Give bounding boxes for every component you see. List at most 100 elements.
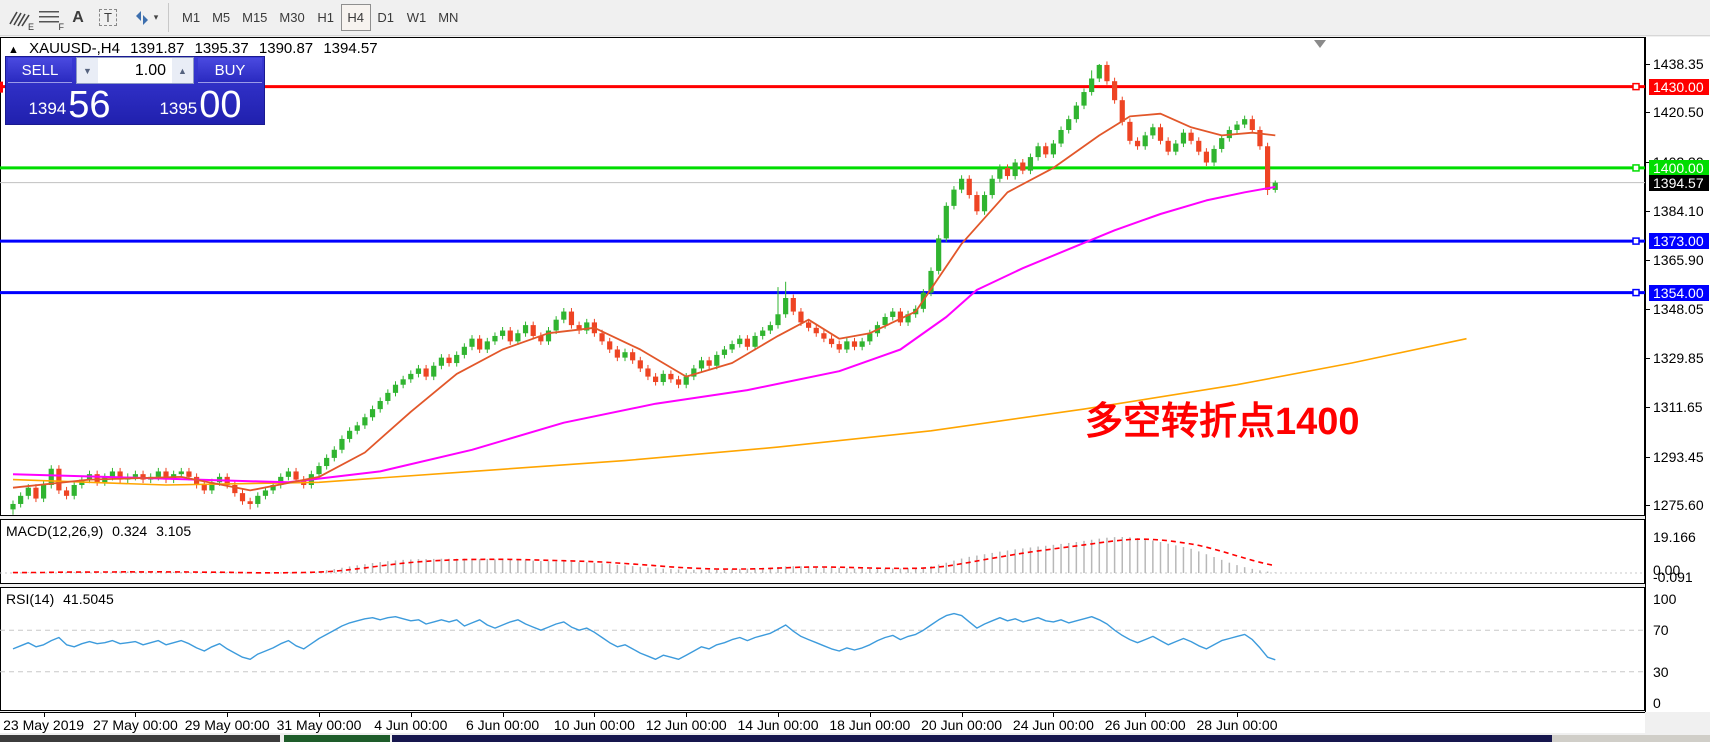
price-tick-label: 1420.50: [1653, 104, 1704, 120]
timeframe-m1[interactable]: M1: [176, 4, 206, 31]
price-line-badge: 1394.57: [1649, 175, 1709, 191]
window-edge-segment: [284, 735, 390, 742]
window-edge-segment: [1552, 735, 1710, 742]
price-tick-mark: [1646, 260, 1650, 261]
price-axis[interactable]: 1438.351420.501402.301384.101365.901348.…: [1645, 37, 1710, 712]
timeframe-d1[interactable]: D1: [371, 4, 401, 31]
price-tick-label: 1311.65: [1653, 399, 1703, 415]
price-tick-label: 1329.85: [1653, 350, 1704, 366]
chart-shift-marker-icon[interactable]: [1314, 40, 1326, 48]
time-tick-label: 27 May 00:00: [93, 717, 178, 733]
sell-button[interactable]: SELL: [8, 58, 72, 83]
time-tick-label: 18 Jun 00:00: [829, 717, 910, 733]
indicators-icon[interactable]: E: [6, 4, 32, 31]
price-tick-label: 1365.90: [1653, 252, 1704, 268]
trading-terminal: E F A T ▾ M1M5M15M30H1H4D1W1MN ▲ XAUUSD-…: [0, 0, 1710, 742]
timeframe-m30[interactable]: M30: [273, 4, 310, 31]
price-tick-label: 1293.45: [1653, 449, 1704, 465]
collapse-icon[interactable]: ▲: [8, 44, 19, 56]
text-label-glyph: A: [72, 9, 84, 27]
ohlc-low: 1390.87: [259, 40, 313, 57]
price-tick-mark: [1646, 309, 1650, 310]
rsi-label: RSI(14) 41.5045: [6, 591, 119, 607]
macd-value-main: 0.324: [112, 523, 147, 539]
timeframe-m15[interactable]: M15: [236, 4, 273, 31]
time-tick-label: 12 Jun 00:00: [646, 717, 727, 733]
text-box-icon[interactable]: T: [96, 4, 120, 31]
rsi-value: 41.5045: [63, 591, 114, 607]
time-tick-label: 6 Jun 00:00: [466, 717, 539, 733]
volume-decrease-button[interactable]: ▼: [77, 58, 98, 83]
time-tick-label: 28 Jun 00:00: [1197, 717, 1278, 733]
macd-value-signal: 3.105: [156, 523, 191, 539]
grid-icon-sub: F: [59, 22, 65, 32]
macd-axis-label: -0.091: [1653, 569, 1693, 585]
volume-increase-button[interactable]: ▲: [172, 58, 193, 83]
text-box-glyph: T: [99, 9, 117, 26]
timeframe-m5[interactable]: M5: [206, 4, 236, 31]
text-label-icon[interactable]: A: [66, 4, 90, 31]
rsi-axis-label: 70: [1653, 622, 1669, 638]
dropdown-caret-icon[interactable]: ▾: [154, 12, 159, 23]
chart-annotation-text: 多空转折点1400: [1085, 390, 1360, 445]
macd-panel-canvas[interactable]: [0, 519, 1645, 584]
timeframe-h1[interactable]: H1: [311, 4, 341, 31]
sell-price-big: 56: [68, 87, 110, 123]
sell-price-button[interactable]: 1394 56: [6, 85, 133, 125]
macd-axis-label: 19.166: [1653, 529, 1696, 545]
price-tick-mark: [1646, 407, 1650, 408]
one-click-trade-panel: SELL ▼ 1.00 ▲ BUY 1394 56 1395 00: [5, 56, 265, 125]
chart-header: ▲ XAUUSD-,H4 1391.87 1395.37 1390.87 139…: [8, 40, 384, 57]
rsi-axis-label: 100: [1653, 591, 1676, 607]
time-axis[interactable]: 23 May 2019 27 May 00:00 29 May 00:00 31 Ma…: [0, 712, 1645, 733]
time-tick-label: 24 Jun 00:00: [1013, 717, 1094, 733]
window-edge-segment: [392, 735, 1552, 742]
price-tick-label: 1384.10: [1653, 203, 1704, 219]
macd-label: MACD(12,26,9) 0.324 3.105: [6, 523, 196, 539]
price-line-badge: 1373.00: [1649, 233, 1709, 249]
timeframe-mn[interactable]: MN: [432, 4, 464, 31]
buy-price-button[interactable]: 1395 00: [137, 85, 264, 125]
price-tick-mark: [1646, 505, 1650, 506]
buy-price-small: 1395: [159, 99, 197, 119]
grid-icon[interactable]: F: [36, 4, 62, 31]
price-tick-mark: [1646, 457, 1650, 458]
time-tick-label: 10 Jun 00:00: [554, 717, 635, 733]
price-tick-mark: [1646, 211, 1650, 212]
toolbar-separator: [168, 3, 169, 32]
time-tick-label: 29 May 00:00: [185, 717, 270, 733]
rsi-panel-canvas[interactable]: [0, 587, 1645, 711]
cycle-arrows-icon[interactable]: ▾: [128, 4, 162, 31]
time-tick-label: 14 Jun 00:00: [738, 717, 819, 733]
rsi-axis-label: 0: [1653, 695, 1661, 711]
toolbar: E F A T ▾ M1M5M15M30H1H4D1W1MN: [0, 0, 1710, 36]
sell-price-small: 1394: [28, 99, 66, 119]
time-tick-label: 20 Jun 00:00: [921, 717, 1002, 733]
price-tick-mark: [1646, 358, 1650, 359]
symbol-period-label: XAUUSD-,H4: [29, 40, 120, 57]
price-tick-mark: [1646, 64, 1650, 65]
timeframe-bar: M1M5M15M30H1H4D1W1MN: [176, 4, 464, 31]
volume-input[interactable]: 1.00: [98, 62, 172, 80]
rsi-axis-label: 30: [1653, 664, 1669, 680]
price-line-badge: 1400.00: [1649, 160, 1709, 176]
rsi-name: RSI(14): [6, 591, 54, 607]
macd-name: MACD(12,26,9): [6, 523, 103, 539]
time-tick-label: 23 May 2019: [3, 717, 84, 733]
price-tick-mark: [1646, 112, 1650, 113]
ohlc-close: 1394.57: [323, 40, 377, 57]
time-tick-label: 31 May 00:00: [277, 717, 362, 733]
buy-button[interactable]: BUY: [198, 58, 262, 83]
time-tick-label: 4 Jun 00:00: [374, 717, 447, 733]
timeframe-h4[interactable]: H4: [341, 4, 371, 31]
volume-spinner: ▼ 1.00 ▲: [76, 57, 194, 84]
ohlc-open: 1391.87: [130, 40, 184, 57]
price-tick-label: 1348.05: [1653, 301, 1704, 317]
price-line-badge: 1430.00: [1649, 79, 1709, 95]
indicators-icon-sub: E: [28, 22, 34, 32]
price-line-badge: 1354.00: [1649, 285, 1709, 301]
window-edge-segment: [0, 735, 280, 742]
price-tick-label: 1275.60: [1653, 497, 1704, 513]
price-tick-label: 1438.35: [1653, 56, 1704, 72]
timeframe-w1[interactable]: W1: [401, 4, 433, 31]
